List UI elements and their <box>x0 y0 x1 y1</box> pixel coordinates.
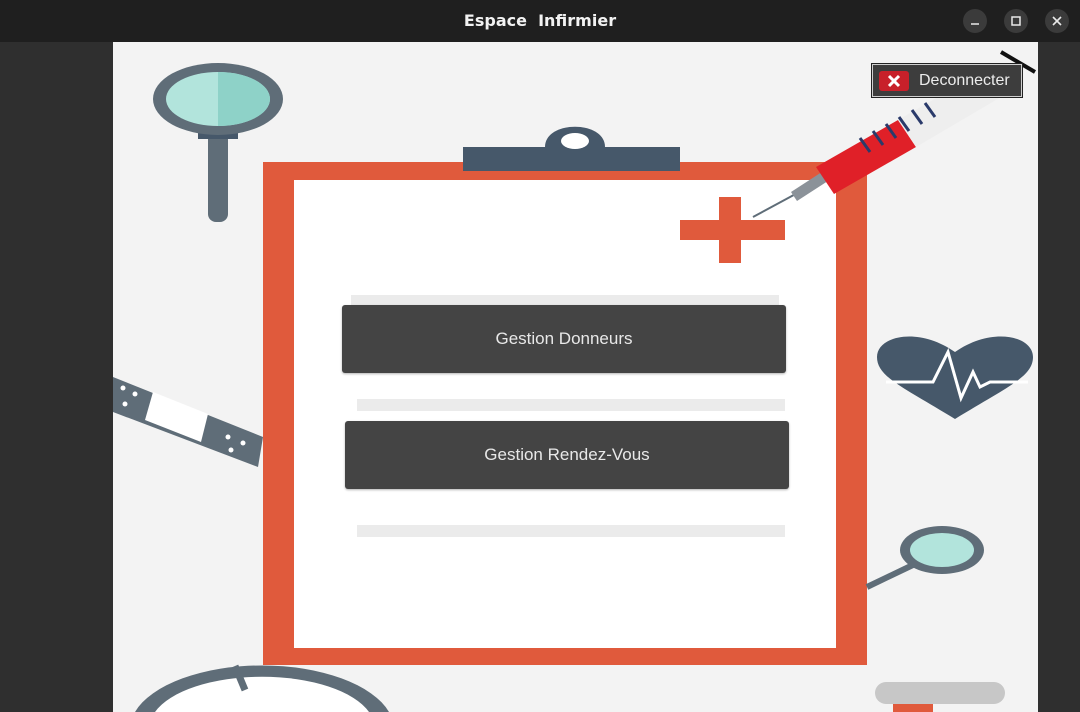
stethoscope-icon <box>865 526 984 590</box>
maximize-icon <box>1011 16 1021 26</box>
gestion-donneurs-button[interactable]: Gestion Donneurs <box>342 305 786 373</box>
clock-icon <box>135 664 389 712</box>
left-margin <box>0 42 113 712</box>
clipboard-icon <box>263 126 867 665</box>
window-titlebar[interactable]: Espace Infirmier <box>0 0 1080 43</box>
maximize-button[interactable] <box>1004 9 1028 33</box>
x-icon <box>879 70 909 91</box>
heart-icon <box>877 336 1033 419</box>
close-button[interactable] <box>1045 9 1069 33</box>
bandage-icon <box>113 377 263 467</box>
main-content: Deconnecter Gestion Donneurs Gestion Ren… <box>113 42 1038 712</box>
gestion-rendez-vous-button[interactable]: Gestion Rendez-Vous <box>345 421 789 489</box>
logout-button[interactable]: Deconnecter <box>872 64 1022 97</box>
medical-clipboard-illustration <box>113 50 1037 712</box>
window-title: Espace Infirmier <box>463 11 617 30</box>
minimize-icon <box>971 23 979 25</box>
right-margin <box>1038 42 1080 712</box>
tube-icon <box>875 682 1005 712</box>
logout-label: Deconnecter <box>919 71 1010 89</box>
close-icon <box>1052 16 1062 26</box>
minimize-button[interactable] <box>963 9 987 33</box>
